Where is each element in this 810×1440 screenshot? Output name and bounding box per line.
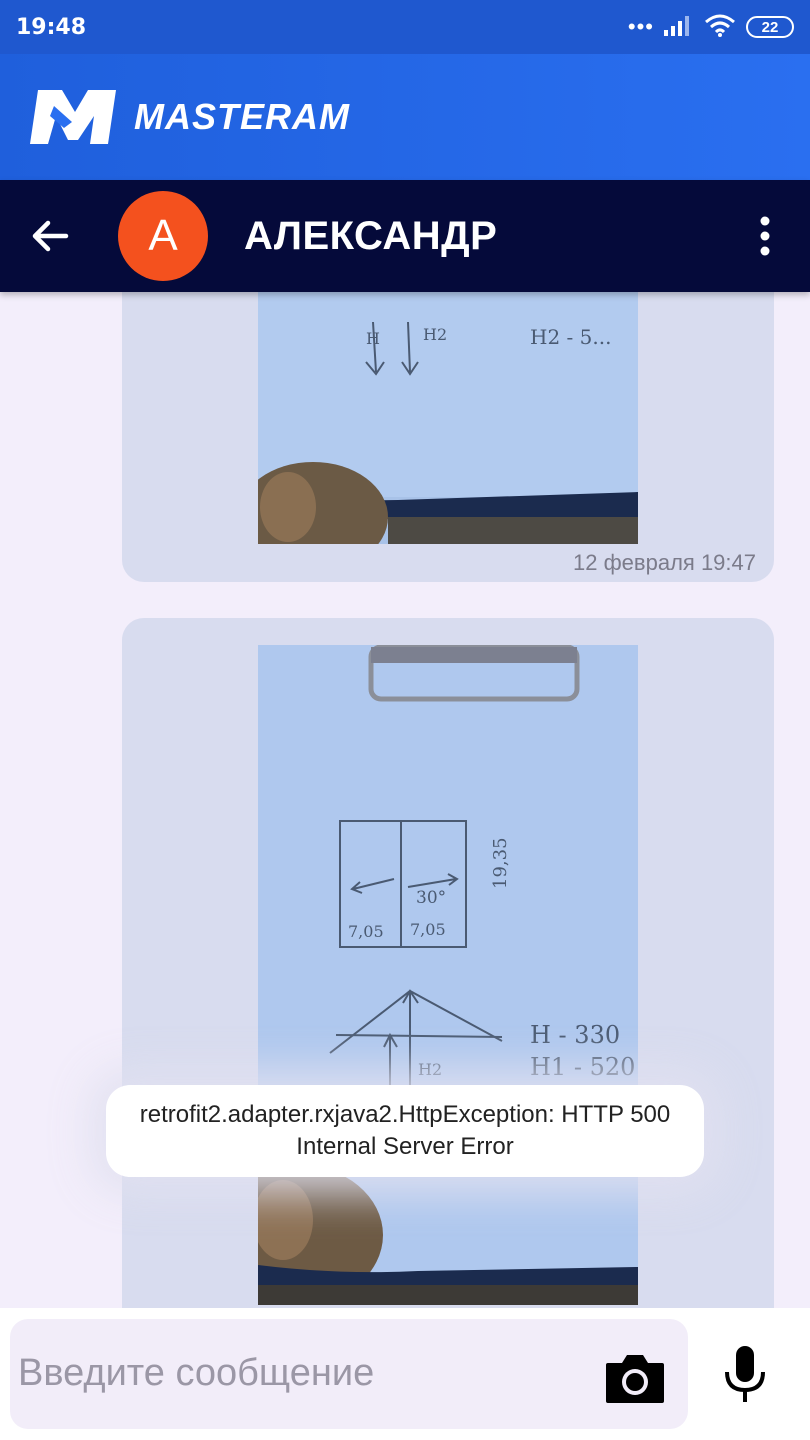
signal-dots: ••• [627, 14, 654, 39]
photo-label-angle: 30° [416, 888, 446, 908]
message-input[interactable] [18, 1343, 588, 1403]
photo-label-h2-value: H2 - 5... [530, 325, 611, 349]
composer-box [10, 1319, 688, 1429]
battery-indicator: 22 [746, 16, 794, 38]
back-arrow-icon[interactable] [28, 214, 72, 258]
photo-label-dim-left: 7,05 [348, 922, 384, 941]
photo-label-height: 19,35 [490, 837, 511, 889]
photo-label-h-value: H - 330 [530, 1021, 620, 1049]
message-photo[interactable]: 30° 7,05 7,05 19,35 H - 330 H1 - 520 H2 [258, 645, 638, 1305]
photo-label-h1-value: H1 - 520 [530, 1053, 635, 1081]
status-icons: ••• 22 [628, 13, 794, 42]
chat-header: A АЛЕКСАНДР [0, 180, 810, 292]
photo-label-dim-right: 7,05 [410, 920, 446, 939]
error-toast: retrofit2.adapter.rxjava2.HttpException:… [106, 1085, 704, 1177]
more-options-icon[interactable] [752, 216, 778, 256]
brand-name: MASTERAM [134, 96, 350, 137]
signal-icon [664, 14, 694, 41]
message-timestamp: 12 февраля 19:47 [573, 550, 756, 575]
status-time: 19:48 [16, 14, 87, 40]
message-photo[interactable]: H H2 H2 - 5... [258, 292, 638, 544]
wifi-icon [704, 13, 736, 42]
status-bar: 19:48 ••• 22 [0, 0, 810, 54]
contact-name[interactable]: АЛЕКСАНДР [244, 214, 497, 259]
photo-label-h2: H2 [423, 325, 447, 344]
camera-icon[interactable] [604, 1351, 666, 1405]
masteram-logo-icon [28, 88, 122, 146]
message-bubble[interactable]: H H2 H2 - 5... 12 февраля 19:47 [122, 292, 774, 582]
toast-text: retrofit2.adapter.rxjava2.HttpException:… [139, 1101, 671, 1160]
photo-label-h2: H2 [418, 1060, 442, 1079]
avatar[interactable]: A [118, 191, 208, 281]
microphone-icon[interactable] [722, 1344, 768, 1406]
brand-bar: MASTERAM [0, 54, 810, 180]
message-bubble[interactable]: 30° 7,05 7,05 19,35 H - 330 H1 - 520 H2 [122, 618, 774, 1310]
composer-bar [0, 1308, 810, 1440]
photo-label-h: H [366, 329, 380, 348]
